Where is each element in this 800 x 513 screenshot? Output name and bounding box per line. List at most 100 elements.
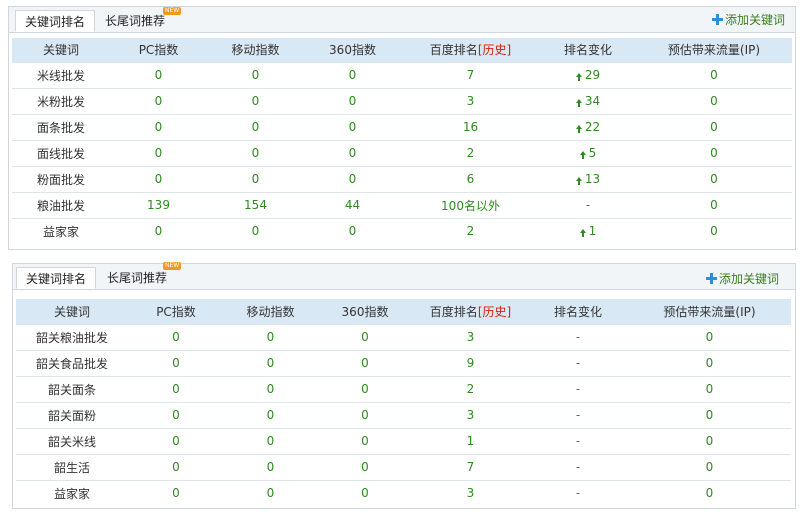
col-header-pc-index: PC指数 — [110, 38, 207, 62]
tab-keyword-ranking[interactable]: 关键词排名 — [16, 267, 96, 289]
pc-index-cell: 0 — [110, 113, 207, 140]
keyword-cell: 韶关面粉 — [16, 401, 128, 428]
arrow-up-icon — [575, 73, 582, 81]
keyword-ranking-table: 关键词 PC指数 移动指数 360指数 百度排名[历史] 排名变化 预估带来流量… — [16, 299, 791, 506]
keyword-cell-value: 韶关面条 — [47, 382, 96, 397]
index-360-cell-value: 0 — [361, 408, 369, 422]
pc-index-cell: 0 — [110, 87, 207, 114]
mobile-index-cell-value: 0 — [251, 224, 260, 239]
index-360-cell-value: 0 — [348, 146, 357, 160]
pc-index-cell: 0 — [128, 349, 224, 376]
mobile-index-cell: 0 — [224, 349, 317, 376]
index-360-cell: 0 — [317, 349, 413, 376]
rank-change-cell-value: 1 — [588, 224, 597, 239]
table-row: 面条批发 0 0 0 16 22 0 — [12, 113, 792, 140]
mobile-index-cell-value: 0 — [266, 486, 275, 501]
col-header-rank-change: 排名变化 — [528, 299, 628, 324]
rank-change-cell: 34 — [540, 87, 636, 114]
pc-index-cell-value: 0 — [154, 68, 163, 82]
table-row: 粉面批发 0 0 0 6 13 0 — [12, 165, 792, 192]
mobile-index-cell: 0 — [207, 165, 304, 192]
history-link[interactable]: [历史] — [478, 43, 511, 57]
baidu-rank-cell: 2 — [401, 139, 540, 166]
pc-index-cell-value: 0 — [172, 382, 180, 396]
col-header-keyword: 关键词 — [12, 38, 110, 62]
traffic-cell-value: 0 — [710, 172, 718, 186]
baidu-rank-cell-value: 9 — [466, 356, 475, 370]
pc-index-cell-value: 0 — [172, 408, 180, 422]
col-header-360-index: 360指数 — [304, 38, 401, 62]
keyword-cell: 韶关粮油批发 — [16, 323, 128, 350]
pc-index-cell: 0 — [128, 427, 224, 454]
keyword-ranking-table: 关键词 PC指数 移动指数 360指数 百度排名[历史] 排名变化 预估带来流量… — [12, 38, 792, 244]
tab-keyword-ranking[interactable]: 关键词排名 — [15, 10, 95, 32]
index-360-cell-value: 0 — [361, 382, 369, 396]
baidu-rank-label: 百度排名 — [429, 43, 478, 58]
pc-index-cell-value: 0 — [172, 460, 180, 474]
keyword-ranking-panel-2: 关键词排名 长尾词推荐 NEW 添加关键词 关键词 PC指数 移动指数 360指… — [12, 262, 796, 509]
keyword-cell-value: 韶关米线 — [47, 434, 96, 449]
traffic-cell: 0 — [628, 427, 791, 454]
index-360-cell-value: 0 — [361, 330, 369, 344]
col-header-traffic: 预估带来流量(IP) — [636, 38, 792, 62]
rank-change-cell: 5 — [540, 139, 636, 166]
tab-longtail-recommend[interactable]: 长尾词推荐 — [107, 267, 181, 289]
plus-icon — [711, 14, 723, 25]
pc-index-cell-value: 0 — [154, 94, 163, 108]
traffic-cell: 0 — [628, 349, 791, 376]
baidu-rank-cell-value: 2 — [466, 224, 475, 239]
col-header-rank-change: 排名变化 — [540, 38, 636, 62]
traffic-cell-value: 0 — [710, 120, 718, 134]
pc-index-cell: 0 — [110, 217, 207, 244]
traffic-cell: 0 — [628, 453, 791, 480]
baidu-rank-cell-value: 3 — [466, 330, 475, 344]
baidu-rank-cell: 3 — [413, 479, 528, 506]
baidu-rank-cell: 2 — [413, 375, 528, 402]
mobile-index-cell-value: 0 — [266, 434, 275, 448]
rank-change-cell-value: - — [575, 356, 581, 370]
new-badge: NEW — [163, 262, 182, 270]
col-header-mobile-index: 移动指数 — [224, 299, 317, 324]
index-360-cell-value: 0 — [361, 486, 369, 501]
index-360-cell: 0 — [304, 61, 401, 88]
mobile-index-cell-value: 0 — [266, 408, 275, 422]
pc-index-cell: 139 — [110, 191, 207, 218]
baidu-rank-cell-value: 2 — [466, 382, 475, 396]
rank-change-cell-value: 13 — [584, 172, 601, 186]
mobile-index-cell-value: 0 — [251, 68, 260, 82]
pc-index-cell-value: 0 — [154, 146, 163, 160]
pc-index-cell: 0 — [128, 375, 224, 402]
add-keyword-link[interactable]: 添加关键词 — [711, 12, 785, 28]
pc-index-cell: 0 — [128, 323, 224, 350]
rank-change-cell-value: 5 — [588, 146, 597, 160]
keyword-cell-value: 韶关食品批发 — [35, 356, 108, 371]
traffic-cell: 0 — [628, 323, 791, 350]
traffic-cell: 0 — [636, 217, 792, 244]
keyword-cell-value: 益家家 — [53, 486, 90, 501]
pc-index-cell: 0 — [110, 139, 207, 166]
baidu-rank-cell-value: 100名以外 — [441, 198, 500, 213]
index-360-cell-value: 0 — [348, 120, 357, 134]
rank-change-cell: - — [528, 375, 628, 402]
table-header-row: 关键词 PC指数 移动指数 360指数 百度排名[历史] 排名变化 预估带来流量… — [12, 38, 792, 62]
rank-change-cell: 22 — [540, 113, 636, 140]
keyword-cell: 韶生活 — [16, 453, 128, 480]
keyword-cell: 米线批发 — [12, 61, 110, 88]
mobile-index-cell-value: 0 — [266, 330, 275, 344]
mobile-index-cell: 0 — [224, 453, 317, 480]
rank-change-cell-value: - — [575, 434, 581, 448]
add-keyword-label: 添加关键词 — [718, 272, 779, 286]
index-360-cell: 0 — [304, 165, 401, 192]
history-link[interactable]: [历史] — [478, 305, 511, 319]
rank-change-cell-value: - — [575, 382, 581, 396]
baidu-rank-cell: 3 — [413, 401, 528, 428]
keyword-cell-value: 米线批发 — [36, 68, 85, 83]
mobile-index-cell: 0 — [207, 87, 304, 114]
index-360-cell: 0 — [317, 375, 413, 402]
traffic-cell-value: 0 — [710, 224, 718, 239]
keyword-cell: 韶关食品批发 — [16, 349, 128, 376]
add-keyword-link[interactable]: 添加关键词 — [705, 271, 779, 287]
keyword-cell: 面线批发 — [12, 139, 110, 166]
add-keyword-label: 添加关键词 — [724, 13, 785, 27]
rank-change-cell-value: 29 — [584, 68, 601, 82]
